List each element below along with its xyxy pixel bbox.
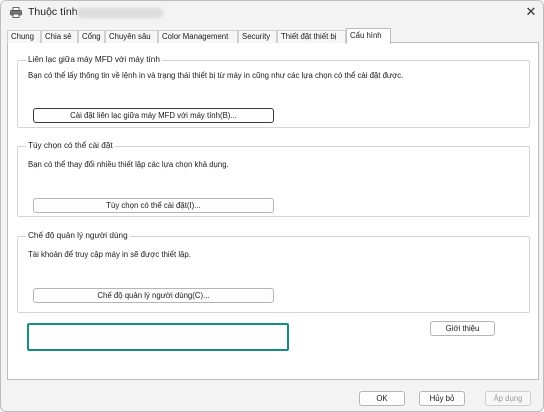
tab-color-management[interactable]: Color Management xyxy=(158,30,238,43)
group-title: Liên lạc giữa máy MFD với máy tính xyxy=(26,55,162,64)
installable-options-group: Tùy chọn có thể cài đặt Bạn có thể thay … xyxy=(17,141,530,217)
tab-ports[interactable]: Cổng xyxy=(78,30,105,43)
tab-device-settings[interactable]: Thiết đặt thiết bị xyxy=(277,30,346,43)
installable-options-button[interactable]: Tùy chọn có thể cài đặt(I)... xyxy=(33,198,274,213)
tab-strip: Chung Chia sẻ Cổng Chuyên sâu Color Mana… xyxy=(7,28,539,44)
tab-general[interactable]: Chung xyxy=(7,30,41,43)
group-title: Chế độ quản lý người dùng xyxy=(26,231,130,240)
mfd-communication-group: Liên lạc giữa máy MFD với máy tính Bạn c… xyxy=(17,55,530,128)
about-button[interactable]: Giới thiệu xyxy=(430,321,495,336)
ok-button[interactable]: OK xyxy=(359,391,405,406)
tab-security[interactable]: Security xyxy=(238,30,277,43)
window-title: Thuộc tính xyxy=(28,6,78,18)
user-management-group: Chế độ quản lý người dùng Tài khoản để t… xyxy=(17,231,530,313)
group-title: Tùy chọn có thể cài đặt xyxy=(26,141,115,150)
redacted-printer-name xyxy=(77,8,163,18)
tab-configuration[interactable]: Cấu hình xyxy=(346,28,391,44)
close-button[interactable]: ✕ xyxy=(521,3,541,21)
group-description: Tài khoản để truy cập máy in sẽ được thi… xyxy=(28,250,191,259)
printer-icon xyxy=(10,7,22,18)
highlight-box xyxy=(27,323,289,351)
mfd-communication-settings-button[interactable]: Cài đặt liên lạc giữa máy MFD với máy tí… xyxy=(33,108,274,123)
group-description: Bạn có thể thay đổi nhiều thiết lập các … xyxy=(28,160,229,169)
tab-sharing[interactable]: Chia sẻ xyxy=(41,30,78,43)
user-management-mode-button[interactable]: Chế độ quản lý người dùng(C)... xyxy=(33,288,274,303)
apply-button[interactable]: Áp dụng xyxy=(485,391,531,406)
tab-advanced[interactable]: Chuyên sâu xyxy=(105,30,158,43)
group-description: Bạn có thể lấy thông tin về lệnh in và t… xyxy=(28,71,404,80)
title-bar: Thuộc tính ✕ xyxy=(1,1,543,25)
properties-window: Thuộc tính ✕ Chung Chia sẻ Cổng Chuyên s… xyxy=(0,0,544,412)
configuration-panel: Liên lạc giữa máy MFD với máy tính Bạn c… xyxy=(7,43,539,380)
cancel-button[interactable]: Hủy bỏ xyxy=(419,391,465,406)
